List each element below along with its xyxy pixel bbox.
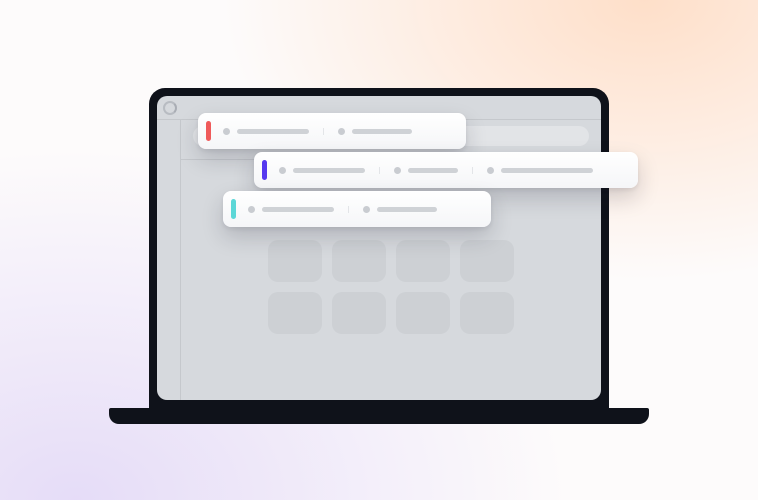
tab[interactable]: [323, 128, 426, 135]
tab-group-color-handle: [206, 121, 211, 141]
tab-title-placeholder: [293, 168, 365, 173]
speed-dial-tile[interactable]: [460, 292, 514, 334]
tab-title-placeholder: [501, 168, 593, 173]
tab-favicon-icon: [338, 128, 345, 135]
browser-sidebar: [157, 120, 181, 400]
opera-logo-icon: [163, 101, 177, 115]
tab-favicon-icon: [363, 206, 370, 213]
speed-dial-tile[interactable]: [460, 240, 514, 282]
tab-favicon-icon: [279, 167, 286, 174]
tab-title-placeholder: [377, 207, 437, 212]
tab-group-bar[interactable]: [254, 152, 638, 188]
tab-group-bar[interactable]: [198, 113, 466, 149]
tab-group-color-handle: [262, 160, 267, 180]
tab[interactable]: [219, 128, 323, 135]
tab-title-placeholder: [408, 168, 458, 173]
speed-dial-tile[interactable]: [332, 292, 386, 334]
tab[interactable]: [472, 167, 607, 174]
speed-dial-grid: [268, 240, 514, 334]
tab-title-placeholder: [262, 207, 334, 212]
tab-group-bar[interactable]: [223, 191, 491, 227]
speed-dial-tile[interactable]: [332, 240, 386, 282]
tab-favicon-icon: [394, 167, 401, 174]
speed-dial-tile[interactable]: [396, 292, 450, 334]
tab-group-color-handle: [231, 199, 236, 219]
tab-favicon-icon: [487, 167, 494, 174]
tab-favicon-icon: [248, 206, 255, 213]
speed-dial-tile[interactable]: [268, 240, 322, 282]
tab[interactable]: [244, 206, 348, 213]
tab[interactable]: [379, 167, 472, 174]
speed-dial-tile[interactable]: [396, 240, 450, 282]
laptop-base: [109, 408, 649, 424]
tab[interactable]: [275, 167, 379, 174]
speed-dial-tile[interactable]: [268, 292, 322, 334]
tab-favicon-icon: [223, 128, 230, 135]
tab-title-placeholder: [352, 129, 412, 134]
tab-title-placeholder: [237, 129, 309, 134]
tab[interactable]: [348, 206, 451, 213]
